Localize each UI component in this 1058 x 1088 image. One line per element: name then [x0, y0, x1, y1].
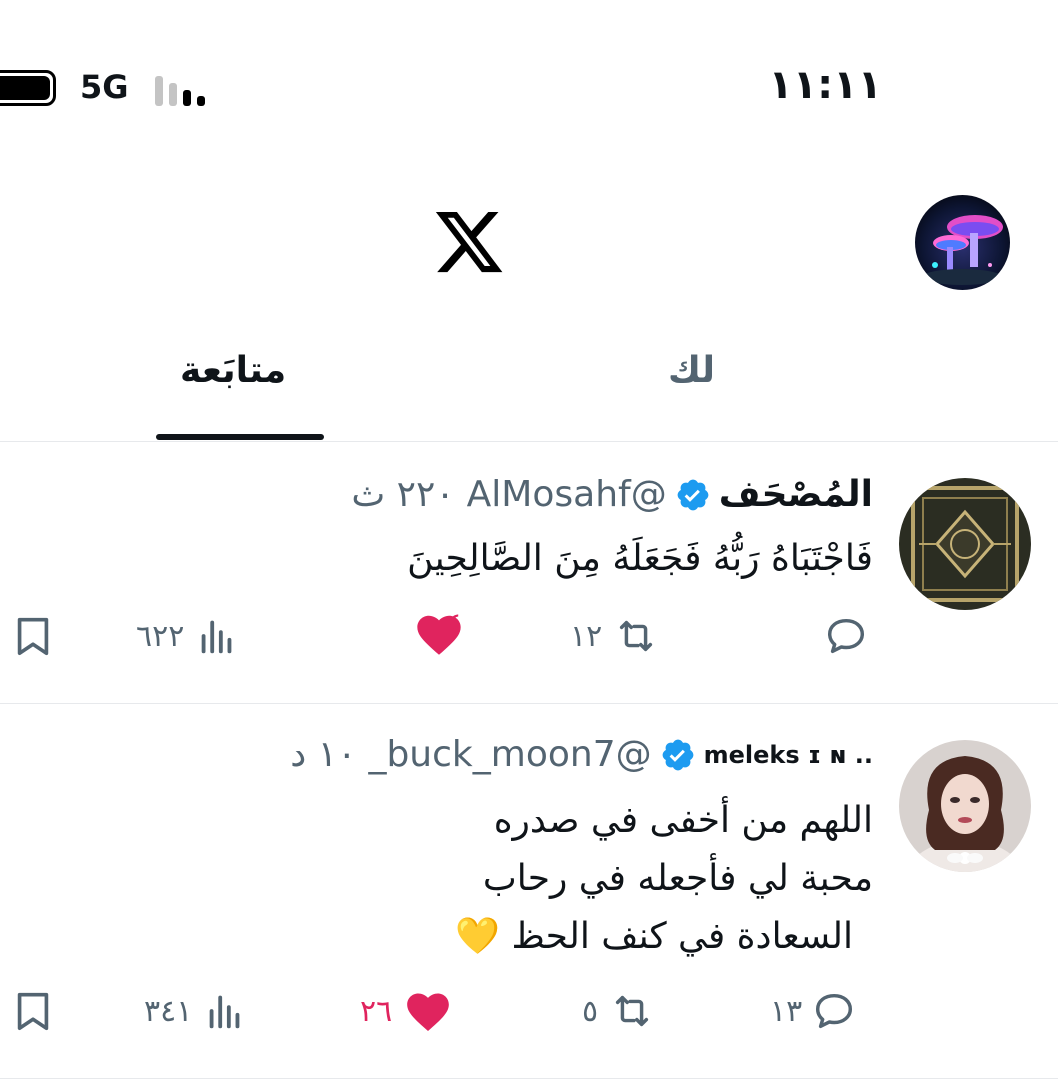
tweet-time: ١٠ د — [290, 734, 357, 775]
author-name[interactable]: meleks ɪ ɴ .. — [704, 741, 873, 769]
reply-button[interactable]: ١٣ — [770, 988, 858, 1034]
divider — [0, 1078, 1058, 1079]
reply-button[interactable] — [822, 613, 870, 659]
x-logo-icon[interactable] — [432, 205, 506, 279]
like-count: ٤ — [448, 608, 462, 638]
retweet-icon — [616, 995, 649, 1027]
tweet-avatar[interactable] — [899, 478, 1031, 610]
verified-badge-icon — [662, 739, 693, 770]
profile-avatar[interactable] — [915, 195, 1010, 290]
tweet-text: فَاجْتَبَاهُ رَبُّهُ فَجَعَلَهُ مِنَ الص… — [407, 530, 873, 588]
views-button[interactable]: ٦٢٢ — [136, 613, 240, 659]
bookmark-button[interactable] — [10, 613, 56, 659]
tweet-header: meleks ɪ ɴ .. @buck_moon7_ ١٠ د — [290, 734, 873, 775]
tweet-header: المُصْحَف @AlMosahf ٢٢٠ ث — [351, 474, 873, 515]
retweet-count: ١٢ — [570, 618, 603, 654]
views-bar-icon — [210, 995, 240, 1029]
tweet-avatar[interactable] — [899, 740, 1031, 872]
like-count: ٢٦ — [360, 993, 393, 1029]
tweet-text: اللهم من أخفى في صدره محبة لي فأجعله في … — [455, 792, 873, 966]
like-button[interactable]: ٤ — [412, 608, 462, 660]
bookmark-button[interactable] — [10, 988, 56, 1034]
network-type: 5G — [80, 68, 129, 106]
like-button[interactable]: ٢٦ — [360, 986, 454, 1036]
retweet-button[interactable]: ١٢ — [570, 613, 662, 659]
author-name[interactable]: المُصْحَف — [719, 474, 873, 515]
retweet-count: ٥ — [582, 993, 599, 1029]
tweet-text-line: فَاجْتَبَاهُ رَبُّهُ فَجَعَلَهُ مِنَ الص… — [407, 538, 873, 579]
divider — [0, 703, 1058, 704]
tweet-text-line: السعادة في كنف الحظ 💛 — [455, 916, 853, 957]
signal-strength-icon — [155, 76, 205, 106]
views-button[interactable]: ٣٤١ — [144, 988, 248, 1034]
author-handle[interactable]: @buck_moon7_ — [368, 734, 651, 775]
retweet-icon — [620, 620, 653, 652]
active-tab-indicator — [156, 434, 324, 440]
views-count: ٦٢٢ — [136, 618, 185, 654]
heart-filled-icon — [407, 993, 450, 1031]
tweet-time: ٢٢٠ ث — [351, 474, 455, 515]
reply-icon — [816, 993, 853, 1029]
bookmark-icon — [17, 992, 49, 1031]
verified-badge-icon — [677, 479, 709, 510]
retweet-button[interactable]: ٥ — [582, 988, 658, 1034]
reply-icon — [827, 618, 865, 654]
battery-icon — [0, 70, 56, 106]
reply-count: ١٣ — [770, 993, 803, 1029]
tweet-text-line: محبة لي فأجعله في رحاب — [482, 858, 873, 899]
tab-following[interactable]: متابَعة — [180, 350, 286, 391]
tab-for-you[interactable]: لك — [668, 350, 715, 391]
divider — [0, 441, 1058, 442]
status-time: ١١:١١ — [768, 62, 882, 108]
views-bar-icon — [202, 620, 232, 654]
views-count: ٣٤١ — [144, 993, 193, 1029]
bookmark-icon — [17, 617, 49, 656]
tweet-text-line: اللهم من أخفى في صدره — [493, 800, 873, 841]
author-handle[interactable]: @AlMosahf — [467, 474, 667, 515]
